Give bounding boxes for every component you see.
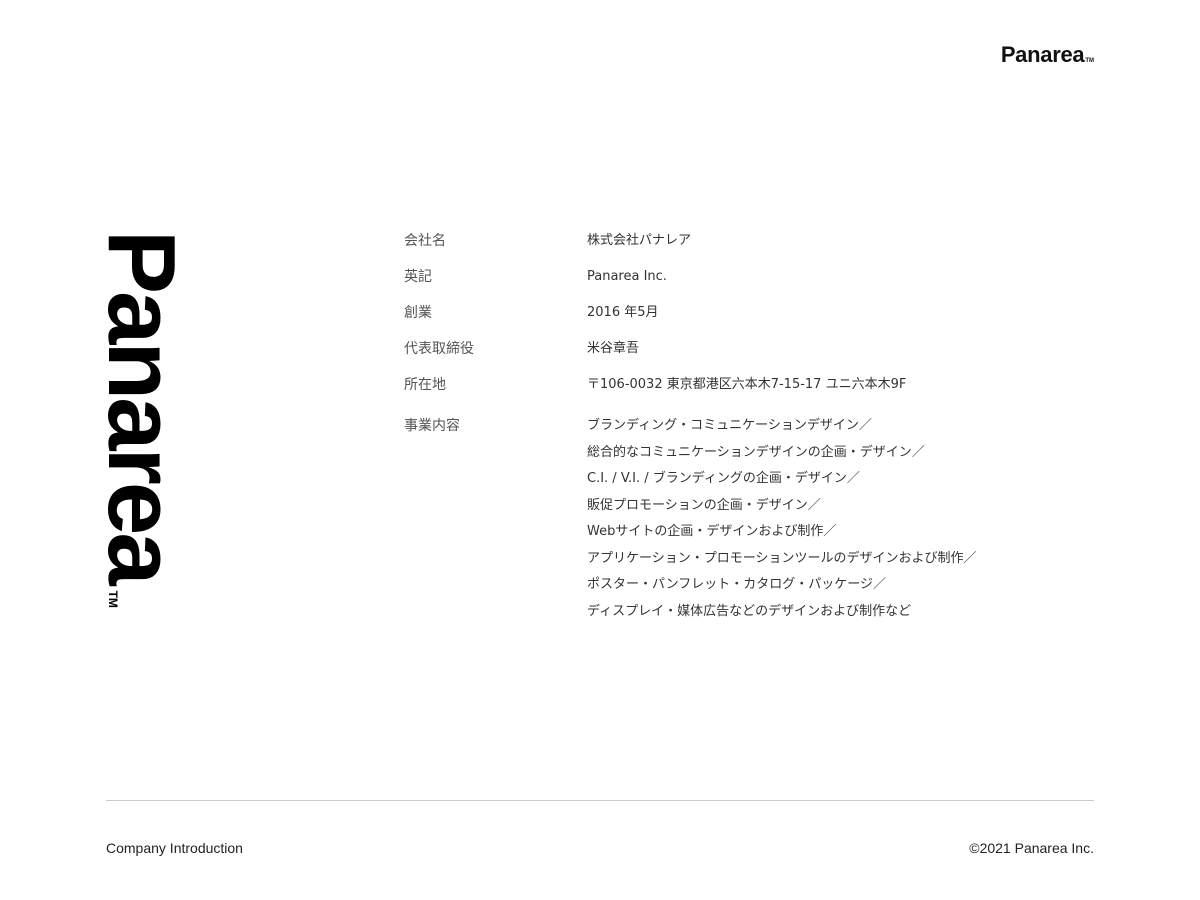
info-value: Panarea Inc. bbox=[587, 269, 667, 284]
info-value: 〒106-0032 東京都港区六本木7-15-17 ユニ六本木9F bbox=[587, 377, 907, 392]
info-row-english-name: 英記 Panarea Inc. bbox=[404, 267, 1104, 287]
business-item: ディスプレイ・媒体広告などのデザインおよび制作など bbox=[587, 603, 912, 619]
business-item: Webサイトの企画・デザインおよび制作／ bbox=[587, 524, 837, 539]
business-item: C.I. / V.I. / ブランディングの企画・デザイン／ bbox=[587, 471, 860, 486]
info-label: 事業内容 bbox=[404, 418, 460, 434]
business-item: ブランディング・コミュニケーションデザイン／ bbox=[587, 418, 872, 433]
info-row-company-name: 会社名 株式会社パナレア bbox=[404, 231, 1104, 251]
info-label: 所在地 bbox=[404, 377, 446, 393]
info-label: 会社名 bbox=[404, 233, 446, 249]
business-list: ブランディング・コミュニケーションデザイン／ 総合的なコミュニケーションデザイン… bbox=[587, 413, 976, 625]
header-logo-tm: TM bbox=[1085, 58, 1094, 64]
footer-divider bbox=[106, 800, 1094, 801]
business-item: 総合的なコミュニケーションデザインの企画・デザイン／ bbox=[587, 444, 925, 460]
header-logo-text: Panarea bbox=[1000, 42, 1085, 67]
info-label: 創業 bbox=[404, 305, 432, 321]
vertical-logo: Panarea TM bbox=[103, 230, 179, 645]
info-label: 代表取締役 bbox=[404, 341, 474, 357]
info-row-ceo: 代表取締役 米谷章吾 bbox=[404, 339, 1104, 359]
vertical-logo-tm: TM bbox=[106, 590, 120, 608]
vertical-logo-rotated: Panarea TM bbox=[103, 230, 179, 608]
business-item: ポスター・パンフレット・カタログ・パッケージ／ bbox=[587, 577, 887, 592]
info-label: 英記 bbox=[404, 269, 432, 285]
info-value: 米谷章吾 bbox=[587, 341, 640, 356]
business-item: アプリケーション・プロモーションツールのデザインおよび制作／ bbox=[587, 550, 977, 566]
info-row-business: 事業内容 ブランディング・コミュニケーションデザイン／ 総合的なコミュニケーショ… bbox=[404, 413, 1104, 625]
info-row-founded: 創業 2016 年5月 bbox=[404, 303, 1104, 323]
company-info: 会社名 株式会社パナレア 英記 Panarea Inc. 創業 2016 年5月… bbox=[404, 231, 1104, 641]
footer-section-title: Company Introduction bbox=[106, 840, 243, 856]
footer-copyright: ©2021 Panarea Inc. bbox=[969, 840, 1094, 856]
vertical-logo-text: Panarea bbox=[103, 230, 179, 583]
info-value: 株式会社パナレア bbox=[587, 233, 692, 248]
info-value: 2016 年5月 bbox=[587, 305, 659, 320]
business-item: 販促プロモーションの企画・デザイン／ bbox=[587, 497, 821, 513]
info-row-address: 所在地 〒106-0032 東京都港区六本木7-15-17 ユニ六本木9F bbox=[404, 375, 1104, 395]
header-logo: PanareaTM bbox=[1001, 42, 1094, 68]
